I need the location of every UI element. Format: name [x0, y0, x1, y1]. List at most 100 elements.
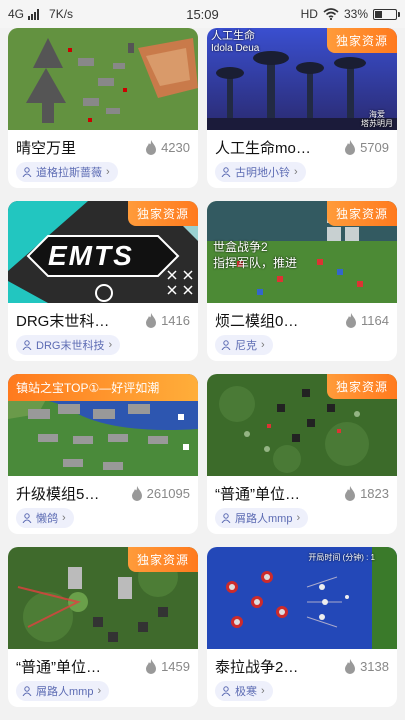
card-title: “普通”单位…	[16, 658, 101, 676]
author-name: 道格拉斯蔷薇	[36, 167, 102, 179]
resource-card[interactable]: 世盒战争2 指挥军队，推进 独家资源 烦二模组0… 1164 尼克 ›	[207, 201, 397, 361]
chevron-right-icon: ›	[261, 685, 265, 697]
author-name: 懒鸽	[36, 513, 58, 525]
card-title: “普通”单位…	[215, 485, 300, 503]
network-speed: 7K/s	[49, 7, 74, 21]
flame-icon	[146, 139, 157, 155]
chevron-right-icon: ›	[106, 166, 110, 178]
author-name: DRG末世科技	[36, 340, 105, 352]
popularity: 3138	[344, 658, 389, 674]
popularity-count: 1164	[361, 312, 389, 328]
resource-grid: 晴空万里 4230 道格拉斯蔷薇 › 人工生命 Idola Deua 海爱 塔苏…	[0, 28, 405, 720]
card-thumbnail: 世盒战争2 指挥军队，推进 独家资源	[207, 201, 397, 303]
author-tag[interactable]: 屑路人mmp ›	[215, 508, 309, 528]
wifi-icon	[323, 8, 339, 20]
popularity: 1823	[344, 485, 389, 501]
exclusive-badge: 独家资源	[127, 547, 198, 572]
author-tag[interactable]: 尼克 ›	[215, 335, 273, 355]
author-tag[interactable]: DRG末世科技 ›	[16, 335, 121, 355]
person-icon	[22, 340, 32, 350]
popularity: 261095	[131, 485, 190, 501]
chevron-right-icon: ›	[261, 339, 265, 351]
person-icon	[221, 686, 231, 696]
resource-card[interactable]: 开局时间 (分钟) : 1 泰拉战争2… 3138 极寒 ›	[207, 547, 397, 707]
card-thumbnail: 独家资源	[207, 374, 397, 476]
exclusive-badge: 独家资源	[326, 28, 397, 53]
author-tag[interactable]: 懒鸽 ›	[16, 508, 74, 528]
card-title: 烦二模组0…	[215, 312, 299, 330]
exclusive-badge: 独家资源	[326, 201, 397, 226]
author-tag[interactable]: 道格拉斯蔷薇 ›	[16, 162, 118, 182]
thumb-caption: 海爱 塔苏明月	[361, 110, 393, 128]
chevron-right-icon: ›	[296, 512, 301, 524]
thumb-logo: EMTS	[48, 240, 134, 271]
person-icon	[221, 513, 231, 523]
resource-card[interactable]: 晴空万里 4230 道格拉斯蔷薇 ›	[8, 28, 198, 188]
flame-icon	[131, 485, 142, 501]
resource-card[interactable]: 人工生命 Idola Deua 海爱 塔苏明月 独家资源 人工生命mo… 570…	[207, 28, 397, 188]
flame-icon	[345, 658, 356, 674]
popularity-count: 1823	[360, 485, 389, 501]
popularity: 4230	[145, 139, 190, 155]
author-name: 屑路人mmp	[235, 513, 293, 525]
popularity: 1416	[145, 312, 190, 328]
resource-card[interactable]: EMTS 独家资源 DRG末世科… 1416 DRG末世科技 ›	[8, 201, 198, 361]
card-thumbnail: 独家资源	[8, 547, 198, 649]
exclusive-badge: 独家资源	[326, 374, 397, 399]
thumb-caption: Idola Deua	[211, 43, 260, 54]
flame-icon	[346, 312, 357, 328]
popularity-count: 5709	[360, 139, 389, 155]
author-tag[interactable]: 古明地小铃 ›	[215, 162, 306, 182]
thumb-caption: 世盒战争2	[213, 240, 268, 254]
author-name: 极寒	[235, 686, 257, 698]
person-icon	[221, 167, 231, 177]
chevron-right-icon: ›	[108, 339, 113, 351]
signal-icon	[28, 8, 40, 20]
resource-card[interactable]: 镇站之宝TOP①—好评如潮 升级模组5… 261095 懒鸽 ›	[8, 374, 198, 534]
author-name: 尼克	[235, 340, 257, 352]
popularity-count: 1459	[161, 658, 190, 674]
popularity-count: 1416	[161, 312, 190, 328]
resource-card[interactable]: 独家资源 “普通”单位… 1459 屑路人mmp ›	[8, 547, 198, 707]
popularity: 1459	[145, 658, 190, 674]
card-title: 晴空万里	[16, 139, 77, 157]
popularity-count: 261095	[146, 485, 190, 501]
flame-icon	[345, 139, 356, 155]
person-icon	[22, 686, 32, 696]
thumb-caption: 开局时间 (分钟) : 1	[308, 553, 375, 562]
author-tag[interactable]: 屑路人mmp ›	[16, 681, 110, 701]
chevron-right-icon: ›	[294, 166, 298, 178]
exclusive-badge: 独家资源	[127, 201, 198, 226]
hd-indicator: HD	[300, 7, 318, 21]
popularity: 1164	[345, 312, 389, 328]
popularity: 5709	[344, 139, 389, 155]
flame-icon	[345, 485, 356, 501]
battery-icon	[373, 8, 400, 20]
card-title: 升级模组5…	[16, 485, 100, 503]
chevron-right-icon: ›	[62, 512, 66, 524]
card-thumbnail: 镇站之宝TOP①—好评如潮	[8, 374, 198, 476]
card-title: 泰拉战争2…	[215, 658, 299, 676]
card-title: 人工生命mo…	[215, 139, 311, 157]
card-thumbnail	[8, 28, 198, 130]
flame-icon	[146, 658, 157, 674]
author-name: 屑路人mmp	[36, 686, 94, 698]
chevron-right-icon: ›	[97, 685, 102, 697]
author-tag[interactable]: 极寒 ›	[215, 681, 273, 701]
popularity-count: 4230	[161, 139, 190, 155]
battery-percent: 33%	[343, 7, 368, 21]
person-icon	[221, 340, 231, 350]
card-title: DRG末世科…	[16, 312, 110, 330]
flame-icon	[146, 312, 157, 328]
thumb-caption: 指挥军队，推进	[213, 256, 298, 270]
person-icon	[22, 513, 32, 523]
author-name: 古明地小铃	[235, 167, 290, 179]
status-bar: 4G 7K/s 15:09 HD 33%	[0, 0, 405, 28]
popularity-count: 3138	[360, 658, 389, 674]
person-icon	[22, 167, 32, 177]
network-type: 4G	[8, 7, 25, 21]
card-thumbnail: EMTS 独家资源	[8, 201, 198, 303]
top-banner: 镇站之宝TOP①—好评如潮	[8, 374, 198, 401]
resource-card[interactable]: 独家资源 “普通”单位… 1823 屑路人mmp ›	[207, 374, 397, 534]
card-thumbnail: 人工生命 Idola Deua 海爱 塔苏明月 独家资源	[207, 28, 397, 130]
